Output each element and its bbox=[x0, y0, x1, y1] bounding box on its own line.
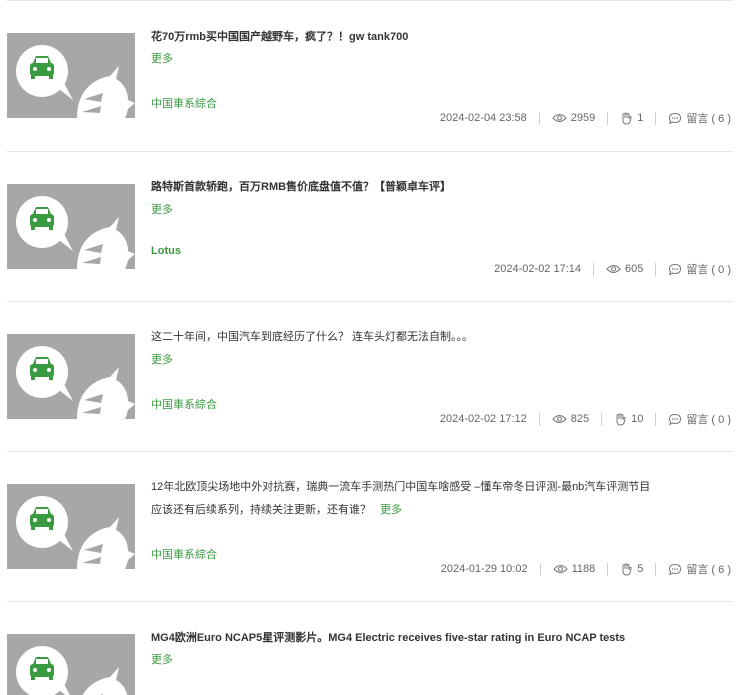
meta-divider bbox=[655, 111, 657, 125]
comments-label: 留言 ( 6 ) bbox=[686, 564, 731, 576]
like-count: 5 bbox=[637, 563, 644, 575]
comments-label: 留言 ( 0 ) bbox=[686, 264, 731, 276]
meta-divider bbox=[593, 262, 595, 276]
post-thumbnail[interactable] bbox=[7, 184, 135, 269]
view-count-value: 1188 bbox=[571, 563, 596, 575]
post-category-link[interactable]: 中国車系綜合 bbox=[151, 396, 217, 412]
clap-hand-icon bbox=[622, 111, 632, 125]
post-category-link[interactable]: Lotus bbox=[151, 245, 181, 257]
post-meta: 2024-02-02 17:14 605 留言 ( 0 ) bbox=[494, 261, 731, 277]
meta-divider bbox=[538, 412, 540, 426]
comments-link[interactable]: 留言 ( 0 ) bbox=[668, 261, 731, 277]
meta-divider bbox=[655, 262, 657, 276]
eye-icon bbox=[552, 113, 567, 123]
post-title-link[interactable]: 12年北欧顶尖场地中外对抗赛，瑞典一流车手测热门中国车啥感受 –懂车帝冬日评测-… bbox=[151, 478, 650, 494]
view-count-value: 2959 bbox=[570, 112, 596, 124]
meta-divider bbox=[607, 111, 609, 125]
post-date: 2024-02-02 17:14 bbox=[494, 263, 582, 275]
post-excerpt-text: 应该还有后续系列，持续关注更新，还有谁？ bbox=[151, 504, 371, 516]
post-meta: 2024-01-29 10:02 1188 5 留言 ( 6 ) bbox=[441, 561, 731, 577]
post-excerpt: 应该还有后续系列，持续关注更新，还有谁？ 更多 bbox=[151, 501, 402, 517]
view-count-value: 825 bbox=[570, 413, 590, 425]
meta-divider bbox=[539, 562, 541, 576]
eye-icon bbox=[606, 264, 621, 274]
post-thumbnail[interactable] bbox=[7, 33, 135, 118]
speech-bubble-dots-icon bbox=[669, 112, 682, 125]
post-meta: 2024-02-02 17:12 825 10 留言 ( 0 ) bbox=[440, 411, 731, 427]
clap-hand-icon bbox=[622, 562, 632, 576]
car-speech-bubble-placeholder-icon bbox=[7, 334, 135, 419]
comments-link[interactable]: 留言 ( 6 ) bbox=[668, 561, 731, 577]
meta-divider bbox=[538, 111, 540, 125]
eye-icon bbox=[552, 414, 567, 424]
meta-divider bbox=[655, 412, 657, 426]
car-speech-bubble-placeholder-icon bbox=[7, 484, 135, 569]
view-count: 2959 bbox=[552, 112, 595, 124]
car-speech-bubble-placeholder-icon bbox=[7, 33, 135, 118]
meta-divider bbox=[601, 412, 603, 426]
post-thumbnail[interactable] bbox=[7, 484, 135, 569]
post-category-link[interactable]: 中国車系綜合 bbox=[151, 546, 217, 562]
view-count: 825 bbox=[552, 413, 589, 425]
like-button[interactable]: 5 bbox=[620, 562, 644, 576]
post-title-link[interactable]: 路特斯首款轿跑，百万RMB售价底盘值不值？【普颖卓车评】 bbox=[151, 178, 451, 194]
post-date: 2024-02-04 23:58 bbox=[439, 112, 527, 124]
post-title-link[interactable]: MG4欧洲Euro NCAP5星评测影片。MG4 Electric receiv… bbox=[151, 629, 625, 645]
meta-divider bbox=[607, 562, 609, 576]
view-count: 1188 bbox=[552, 563, 596, 575]
post-divider bbox=[7, 601, 733, 602]
more-link[interactable]: 更多 bbox=[151, 651, 173, 667]
post-date: 2024-02-02 17:12 bbox=[439, 413, 527, 425]
like-button[interactable]: 10 bbox=[614, 412, 644, 426]
post-category-link[interactable]: 中国車系綜合 bbox=[151, 95, 217, 111]
more-link[interactable]: 更多 bbox=[151, 351, 173, 367]
top-divider bbox=[7, 0, 733, 1]
post-thumbnail[interactable] bbox=[7, 334, 135, 419]
speech-bubble-dots-icon bbox=[669, 413, 682, 426]
eye-icon bbox=[552, 564, 568, 574]
like-count: 1 bbox=[637, 112, 644, 124]
post-thumbnail[interactable] bbox=[7, 634, 135, 695]
more-link[interactable]: 更多 bbox=[380, 504, 402, 516]
view-count: 605 bbox=[606, 263, 643, 275]
view-count-value: 605 bbox=[625, 263, 644, 275]
car-speech-bubble-placeholder-icon bbox=[7, 184, 135, 269]
comments-link[interactable]: 留言 ( 0 ) bbox=[668, 411, 731, 427]
meta-divider bbox=[655, 562, 657, 576]
like-count: 10 bbox=[631, 413, 644, 425]
post-divider bbox=[7, 451, 733, 452]
like-button[interactable]: 1 bbox=[620, 111, 644, 125]
post-title-link[interactable]: 花70万rmb买中国国产越野车，疯了？！gw tank700 bbox=[151, 28, 408, 44]
post-title-link[interactable]: 这二十年间，中国汽车到底经历了什么？ 连车头灯都无法自制。。。 bbox=[151, 328, 473, 344]
car-speech-bubble-placeholder-icon bbox=[7, 634, 135, 695]
speech-bubble-dots-icon bbox=[669, 263, 682, 276]
speech-bubble-dots-icon bbox=[669, 563, 682, 576]
comments-label: 留言 ( 6 ) bbox=[686, 113, 731, 125]
post-divider bbox=[7, 151, 733, 152]
more-link[interactable]: 更多 bbox=[151, 201, 173, 217]
comments-label: 留言 ( 0 ) bbox=[686, 414, 731, 426]
clap-hand-icon bbox=[616, 412, 626, 426]
post-divider bbox=[7, 301, 733, 302]
post-date: 2024-01-29 10:02 bbox=[440, 563, 528, 575]
post-meta: 2024-02-04 23:58 2959 1 留言 ( 6 ) bbox=[440, 110, 731, 126]
comments-link[interactable]: 留言 ( 6 ) bbox=[668, 110, 731, 126]
more-link[interactable]: 更多 bbox=[151, 50, 173, 66]
